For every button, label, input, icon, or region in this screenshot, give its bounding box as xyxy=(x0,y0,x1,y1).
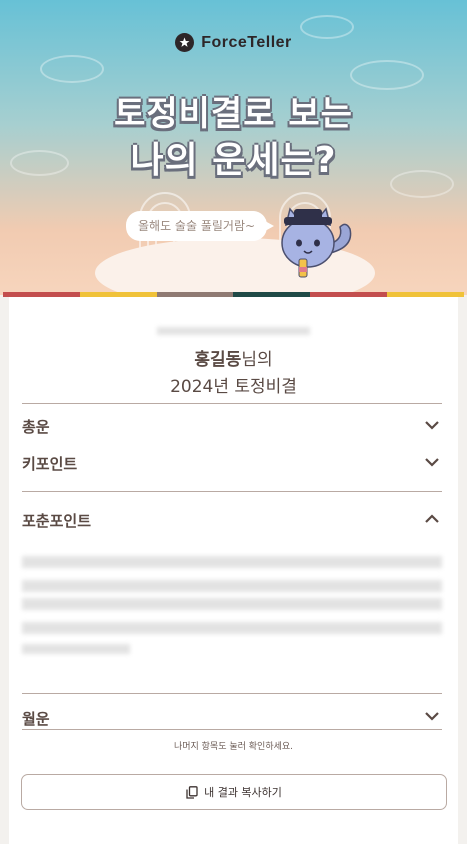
brand-wordmark: ForceTeller xyxy=(201,33,292,51)
user-name: 홍길동 xyxy=(194,350,242,370)
hint-text: 나머지 항목도 눌러 확인하세요. xyxy=(173,742,294,752)
redacted-text xyxy=(22,622,442,634)
brand-logo: ForceTeller xyxy=(0,33,467,52)
cloud-pattern xyxy=(40,55,104,83)
chevron-down-icon xyxy=(425,458,439,467)
user-name-line: 홍길동님의 xyxy=(0,345,467,370)
hero-banner: ForceTeller 토정비결로 보는 나의 운세는? 올해도 술술 풀릴거람… xyxy=(0,0,467,295)
copy-result-button[interactable]: 내 결과 복사하기 xyxy=(21,774,447,810)
speech-bubble: 올해도 술술 풀릴거람~ xyxy=(126,211,275,241)
cat-mascot xyxy=(281,207,352,278)
accordion-fortune-point[interactable]: 포춘포인트 xyxy=(22,491,442,542)
redacted-text xyxy=(22,644,130,654)
star-circle-icon xyxy=(175,33,195,52)
redacted-text xyxy=(22,556,442,568)
hero-title-line1: 토정비결로 보는 xyxy=(114,94,353,134)
accordion-label: 포춘포인트 xyxy=(22,512,92,530)
chevron-down-icon xyxy=(425,421,439,430)
redacted-text xyxy=(22,580,442,592)
accordion-monthly[interactable]: 월운 xyxy=(22,693,442,730)
accordion-label: 총운 xyxy=(22,418,50,436)
copy-button-label: 내 결과 복사하기 xyxy=(204,786,282,799)
hero-title-line2: 나의 운세는? xyxy=(130,140,337,181)
copy-icon xyxy=(186,785,198,799)
name-suffix: 님의 xyxy=(241,350,273,370)
accordion-keypoint[interactable]: 키포인트 xyxy=(22,441,442,491)
divider xyxy=(22,729,442,730)
chevron-down-icon xyxy=(425,712,439,721)
accordion-total[interactable]: 총운 xyxy=(22,403,442,442)
accordion-label: 월운 xyxy=(22,710,50,728)
redacted-text xyxy=(22,598,442,610)
result-title: 2024년 토정비결 xyxy=(170,377,297,397)
chevron-up-icon xyxy=(425,514,439,523)
redacted-text xyxy=(157,327,310,335)
accordion-label: 키포인트 xyxy=(22,455,78,473)
